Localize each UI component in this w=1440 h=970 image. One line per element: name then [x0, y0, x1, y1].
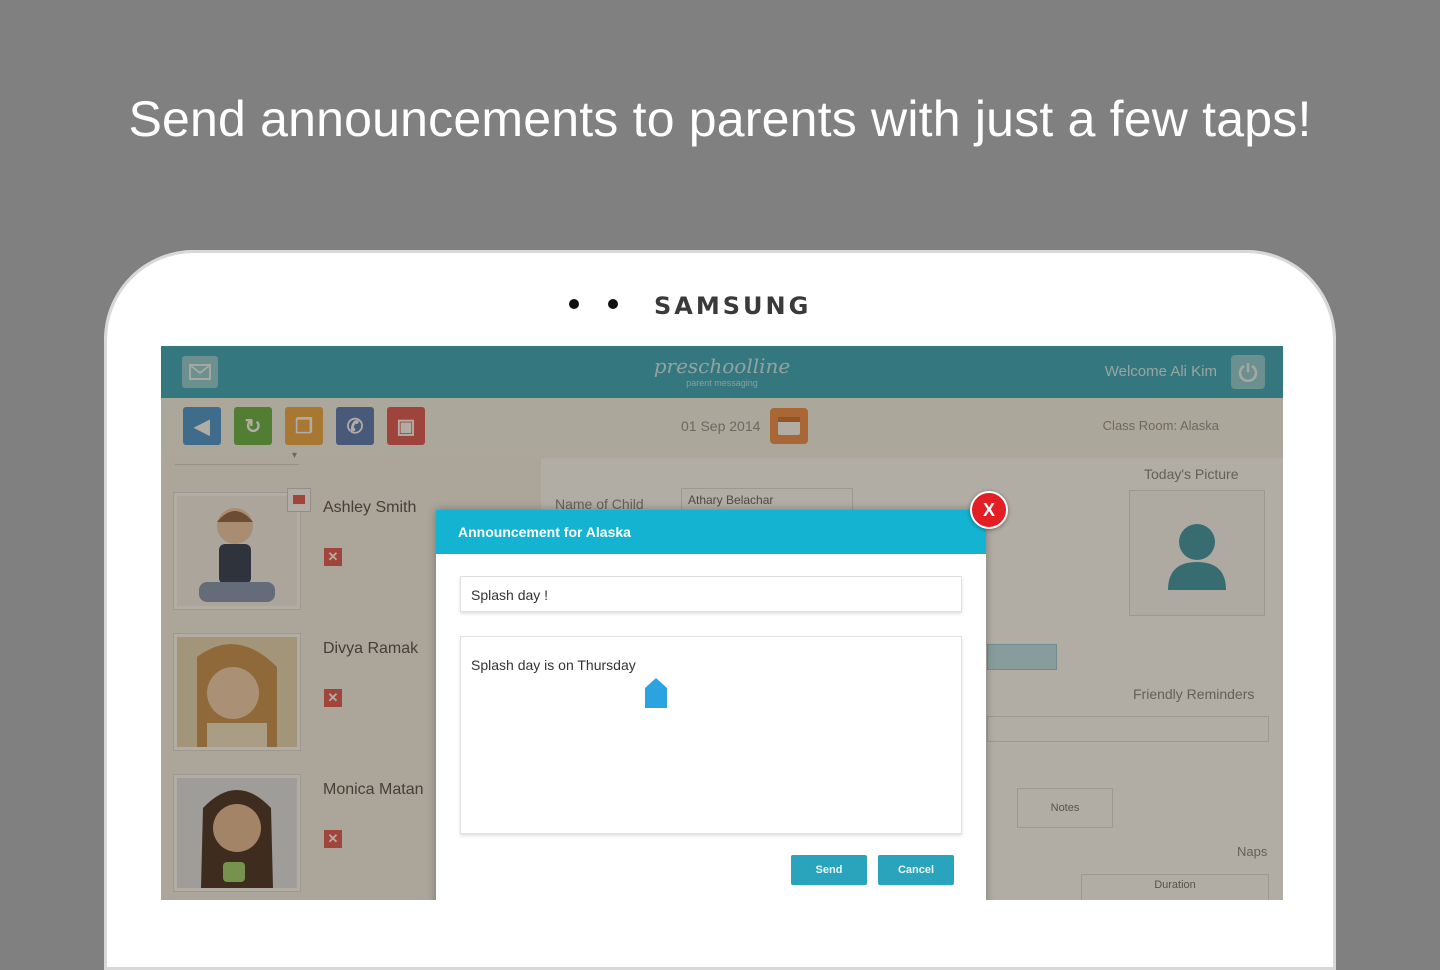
sensor-dot — [608, 299, 618, 309]
subject-input[interactable]: Splash day ! — [460, 576, 962, 612]
dialog-title: Announcement for Alaska — [436, 510, 986, 554]
text-cursor-handle[interactable] — [645, 678, 667, 708]
send-button[interactable]: Send — [791, 855, 867, 885]
promo-headline: Send announcements to parents with just … — [128, 91, 1312, 147]
app-screen: preschoolline parent messaging Welcome A… — [161, 346, 1283, 900]
message-textarea[interactable]: Splash day is on Thursday — [460, 636, 962, 834]
announcement-dialog: Announcement for Alaska Splash day ! Spl… — [436, 510, 986, 900]
close-dialog-button[interactable]: X — [970, 491, 1008, 529]
device-brand: SAMSUNG — [654, 292, 812, 320]
cancel-button[interactable]: Cancel — [878, 855, 954, 885]
camera-dot — [569, 299, 579, 309]
